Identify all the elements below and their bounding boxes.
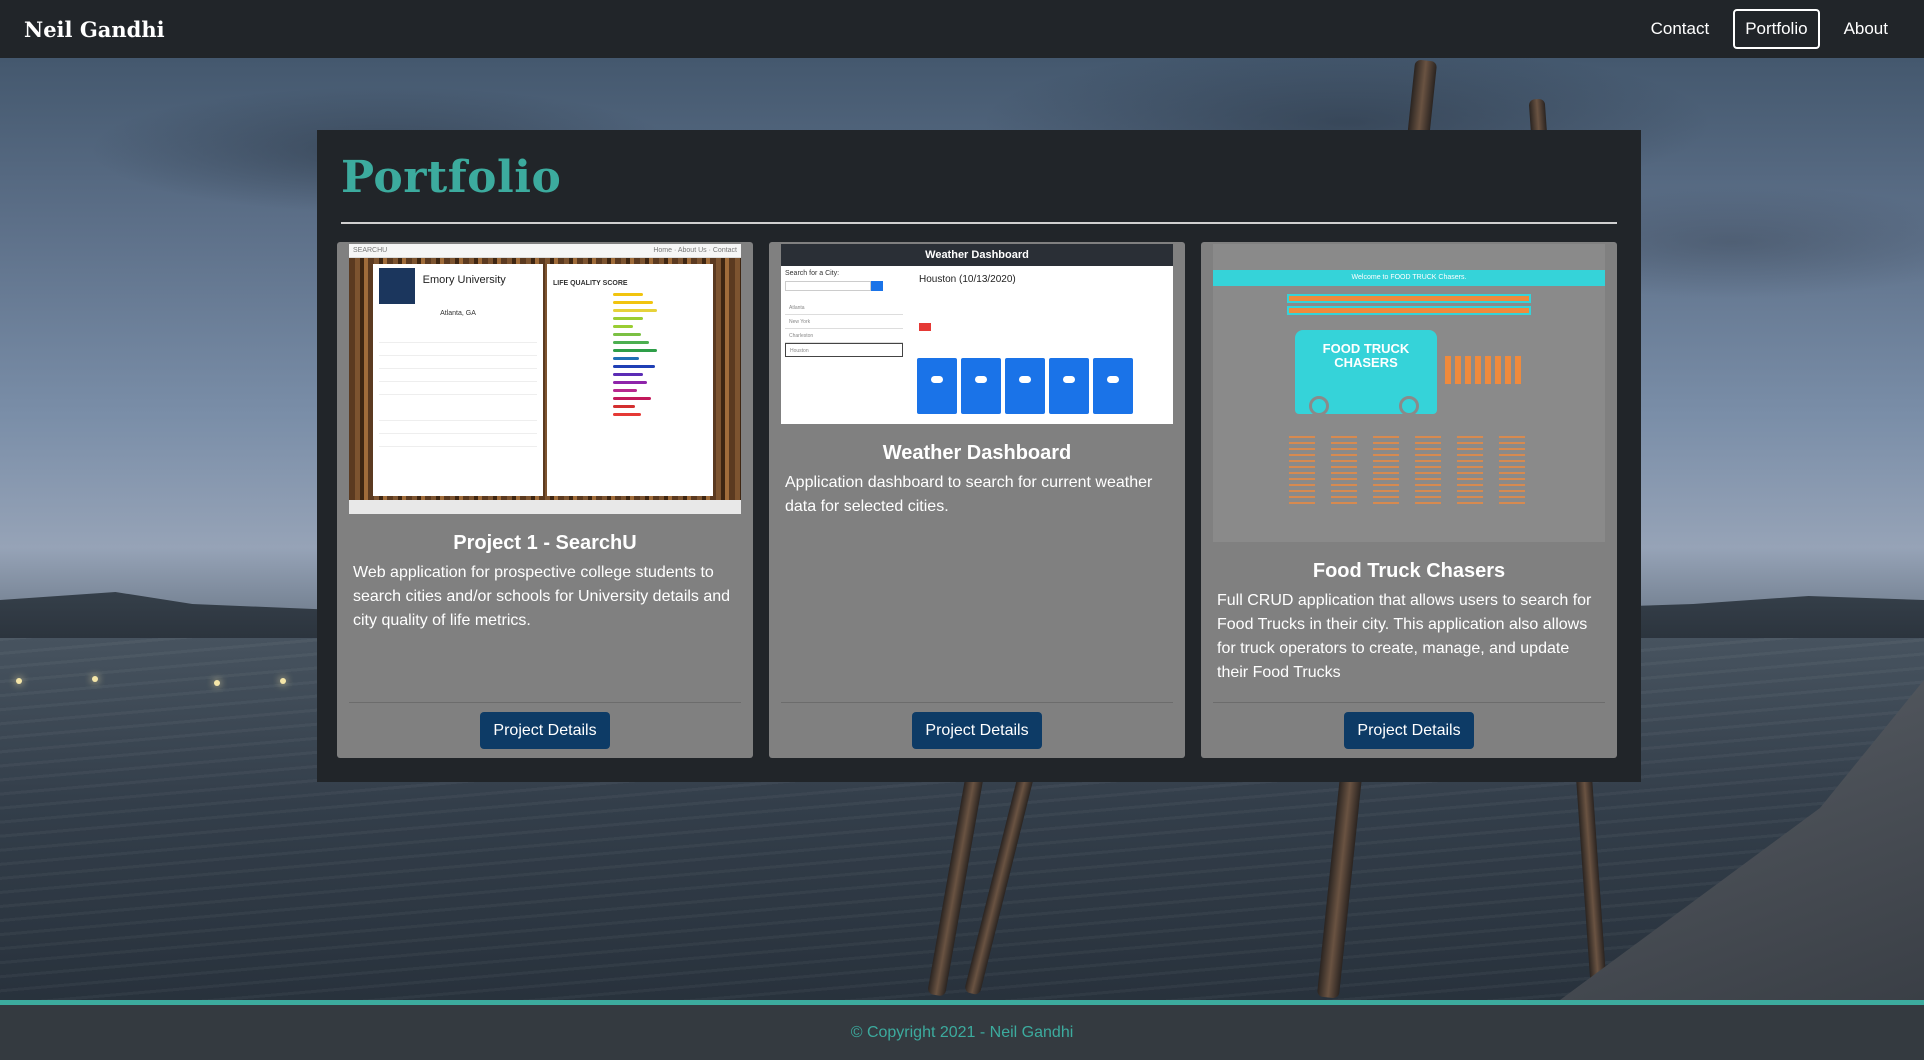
score-bar [613, 325, 633, 328]
score-bar [613, 309, 657, 312]
shore-light [16, 678, 22, 684]
current-weather: Houston (10/13/2020) [919, 274, 1016, 331]
score-bar [613, 413, 641, 416]
footer-link-columns [1289, 434, 1529, 504]
card-footer: Project Details [349, 702, 741, 758]
page-title: Portfolio [341, 152, 562, 203]
score-bar [613, 397, 651, 400]
forecast-card [961, 358, 1001, 414]
score-bar [613, 349, 657, 352]
city-item: Charleston [785, 329, 903, 343]
project-card-weather: Weather Dashboard Search for a City: Atl… [769, 242, 1185, 758]
info-row [379, 385, 537, 395]
university-name: Emory University [422, 274, 506, 286]
portfolio-panel: Portfolio SEARCHU Home · About Us · Conta… [317, 130, 1641, 782]
score-bar [613, 373, 643, 376]
nav-link-contact[interactable]: Contact [1639, 9, 1722, 49]
shore-light [280, 678, 286, 684]
weather-search-panel: Search for a City: Atlanta New York Char… [785, 270, 903, 357]
copyright-text: © Copyright 2021 - Neil Gandhi [850, 1023, 1074, 1041]
forecast-card [1093, 358, 1133, 414]
score-bar [613, 381, 647, 384]
city-item: Houston [785, 343, 903, 357]
project-card-food-truck: Welcome to FOOD TRUCK Chasers. FOOD TRUC… [1201, 242, 1617, 758]
current-city: Houston (10/13/2020) [919, 274, 1016, 285]
score-bar [613, 389, 637, 392]
score-bar [613, 293, 643, 296]
info-row [379, 411, 537, 421]
forecast-card [1049, 358, 1089, 414]
city-item: New York [785, 315, 903, 329]
weather-detail [919, 323, 1016, 331]
project-screenshot-weather: Weather Dashboard Search for a City: Atl… [781, 244, 1173, 424]
food-truck-banner: Welcome to FOOD TRUCK Chasers. [1213, 270, 1605, 286]
screenshot-footer [349, 500, 741, 514]
screenshot-topbar: SEARCHU Home · About Us · Contact [349, 244, 741, 258]
project-details-button[interactable]: Project Details [1344, 712, 1474, 749]
info-row [379, 333, 537, 343]
page-footer: © Copyright 2021 - Neil Gandhi [0, 1000, 1924, 1060]
search-icon [871, 281, 883, 291]
search-bar [1287, 306, 1531, 315]
card-title: Project 1 - SearchU [453, 532, 637, 554]
nav-link-about[interactable]: About [1832, 9, 1900, 49]
city-search-input [785, 281, 871, 291]
search-label: Search for a City: [785, 270, 840, 277]
truck-wheel-icon [1309, 396, 1329, 416]
life-quality-panel: LIFE QUALITY SCORE [547, 264, 713, 496]
info-row [379, 359, 537, 369]
shore-light [92, 676, 98, 682]
score-bar [613, 405, 635, 408]
info-row [379, 320, 537, 330]
score-bar [613, 357, 639, 360]
project-cards: SEARCHU Home · About Us · Contact Emory U… [337, 242, 1617, 758]
project-screenshot-food-truck: Welcome to FOOD TRUCK Chasers. FOOD TRUC… [1213, 244, 1605, 542]
info-row [379, 437, 537, 447]
score-bar [613, 333, 641, 336]
info-row [379, 424, 537, 434]
food-icons [1445, 356, 1521, 384]
card-footer: Project Details [781, 702, 1173, 758]
info-row [379, 346, 537, 356]
city-item: Atlanta [785, 301, 903, 315]
score-bar [613, 365, 655, 368]
shore-light [214, 680, 220, 686]
nav-links: Contact Portfolio About [1639, 9, 1900, 49]
info-row [379, 398, 537, 408]
university-panel: Emory University Atlanta, GA [373, 264, 543, 496]
weather-detail [919, 290, 1016, 296]
card-description: Full CRUD application that allows users … [1217, 592, 1592, 681]
project-screenshot-searchu: SEARCHU Home · About Us · Contact Emory U… [349, 244, 741, 514]
truck-wheel-icon [1399, 396, 1419, 416]
weather-detail [919, 312, 1016, 318]
score-bar [613, 317, 643, 320]
search-bar [1287, 294, 1531, 303]
card-title: Food Truck Chasers [1312, 560, 1506, 582]
life-quality-header: LIFE QUALITY SCORE [553, 280, 628, 287]
navbar: Neil Gandhi Contact Portfolio About [0, 0, 1924, 58]
forecast-card [1005, 358, 1045, 414]
score-bar [613, 341, 649, 344]
title-divider [341, 222, 1617, 224]
card-description: Application dashboard to search for curr… [785, 474, 1153, 515]
forecast-card [917, 358, 957, 414]
info-row [379, 372, 537, 382]
weather-header: Weather Dashboard [781, 244, 1173, 266]
brand-name[interactable]: Neil Gandhi [24, 17, 165, 42]
university-logo-icon [379, 268, 415, 304]
uv-index-badge [919, 323, 931, 331]
score-bar [613, 301, 653, 304]
project-details-button[interactable]: Project Details [912, 712, 1042, 749]
card-title: Weather Dashboard [882, 442, 1072, 464]
project-card-searchu: SEARCHU Home · About Us · Contact Emory U… [337, 242, 753, 758]
nav-link-portfolio[interactable]: Portfolio [1733, 9, 1820, 49]
card-description: Web application for prospective college … [353, 564, 731, 629]
university-city: Atlanta, GA [440, 310, 476, 317]
weather-detail [919, 301, 1016, 307]
card-footer: Project Details [1213, 702, 1605, 758]
project-details-button[interactable]: Project Details [480, 712, 610, 749]
